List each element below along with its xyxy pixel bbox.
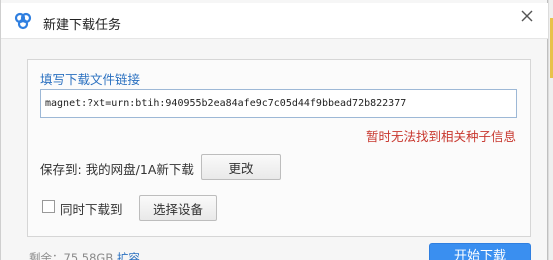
torrent-error-message: 暂时无法找到相关种子信息 [365,129,516,144]
close-icon[interactable] [518,7,536,25]
new-download-dialog: 新建下载任务 填写下载文件链接 magnet:?xt=urn:btih:9409… [0,0,548,260]
dialog-title: 新建下载任务 [43,18,122,33]
title-bar: 新建下载任务 [1,3,548,39]
download-form-panel: 填写下载文件链接 magnet:?xt=urn:btih:940955b2ea8… [27,59,531,237]
baidu-netdisk-logo-icon [14,12,32,30]
change-path-button[interactable]: 更改 [201,154,281,180]
sync-download-checkbox[interactable] [42,200,55,213]
remaining-space-text: 剩余：75.58GB [29,251,114,260]
start-download-button[interactable]: 开始下载 [429,243,531,260]
save-path-label: 保存到: 我的网盘/1A新下载 [40,162,194,177]
magnet-link-input[interactable]: magnet:?xt=urn:btih:940955b2ea84afe9c7c0… [40,89,517,118]
expand-storage-link[interactable]: 扩容 [117,251,140,260]
sync-download-label: 同时下载到 [60,202,123,217]
storage-info: 剩余：75.58GB 扩容 [29,250,140,260]
select-device-button[interactable]: 选择设备 [139,195,217,221]
link-field-label: 填写下载文件链接 [40,72,141,87]
